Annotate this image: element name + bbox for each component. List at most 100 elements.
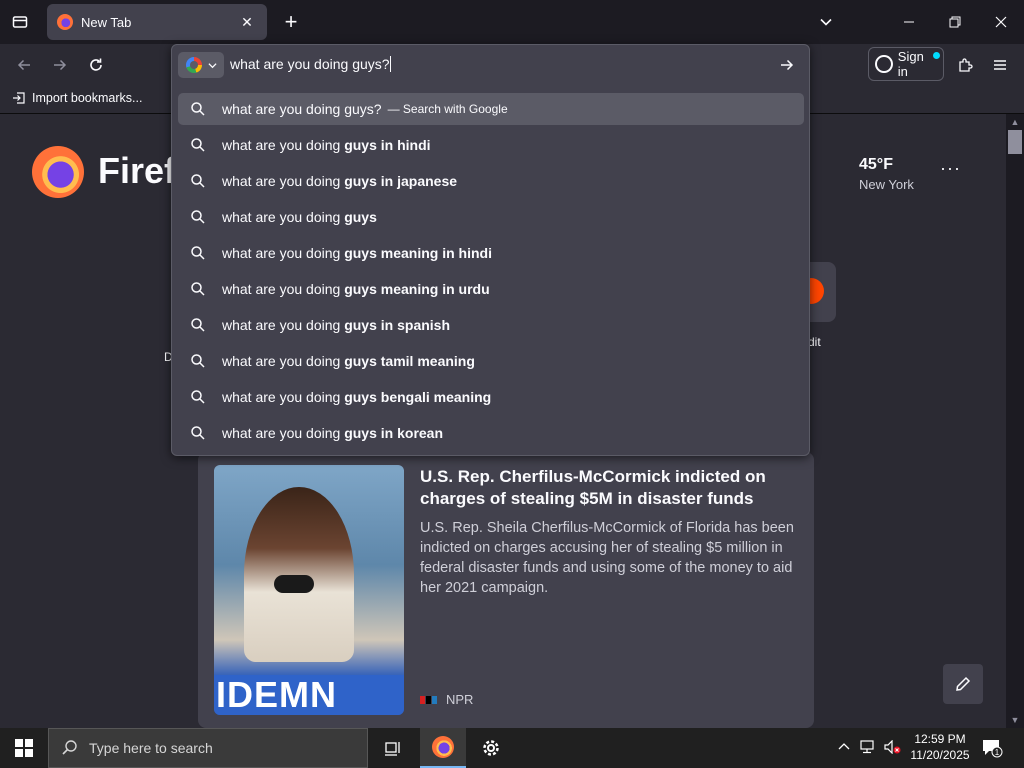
search-suggestion[interactable]: what are you doing guys tamil meaning: [178, 343, 804, 379]
news-title[interactable]: U.S. Rep. Cherfilus-McCormick indicted o…: [420, 466, 800, 510]
notification-center-button[interactable]: 1: [980, 736, 1004, 760]
windows-taskbar: Type here to search 12:59 PM 11/20/2025 …: [0, 728, 1024, 768]
search-icon: [191, 390, 205, 404]
suggestion-prefix: what are you doing: [222, 137, 345, 153]
search-suggestion[interactable]: what are you doing guys in hindi: [178, 127, 804, 163]
reload-button[interactable]: [81, 50, 111, 80]
search-icon: [191, 318, 205, 332]
suggestion-completion: guys meaning in hindi: [344, 245, 492, 261]
suggestion-prefix: what are you doing: [222, 173, 345, 189]
import-bookmarks-button[interactable]: Import bookmarks...: [12, 91, 142, 105]
list-all-tabs-button[interactable]: [812, 8, 840, 36]
page-scrollbar[interactable]: ▲ ▼: [1006, 114, 1024, 728]
search-icon: [191, 354, 205, 368]
news-source: NPR: [420, 692, 473, 707]
app-menu-button[interactable]: [985, 50, 1015, 80]
weather-more-options-icon[interactable]: ···: [940, 158, 961, 179]
taskbar-settings[interactable]: [468, 728, 514, 768]
customize-button[interactable]: [943, 664, 983, 704]
new-tab-button[interactable]: +: [277, 8, 305, 36]
taskbar-clock[interactable]: 12:59 PM 11/20/2025: [905, 731, 975, 763]
tab-close-icon[interactable]: ✕: [237, 12, 257, 32]
go-button[interactable]: [776, 54, 798, 76]
suggestion-text: what are you doing guys in hindi: [222, 137, 431, 153]
news-excerpt: U.S. Rep. Sheila Cherfilus-McCormick of …: [420, 520, 794, 596]
task-view-button[interactable]: [370, 728, 416, 768]
search-suggestion[interactable]: what are you doing guys meaning in urdu: [178, 271, 804, 307]
extensions-button[interactable]: [950, 50, 980, 80]
google-icon: [185, 57, 202, 73]
search-suggestion[interactable]: what are you doing guys bengali meaning: [178, 379, 804, 415]
tab-new-tab[interactable]: New Tab ✕: [47, 4, 267, 40]
search-suggestion[interactable]: what are you doing guys in japanese: [178, 163, 804, 199]
taskbar-search-box[interactable]: Type here to search: [48, 728, 368, 768]
suggestion-text: what are you doing guys bengali meaning: [222, 389, 491, 405]
window-controls: [886, 0, 1024, 44]
suggestion-prefix: what are you doing: [222, 209, 345, 225]
firefox-view-button[interactable]: [6, 8, 34, 36]
taskbar-firefox[interactable]: [420, 728, 466, 768]
puzzle-icon: [959, 58, 973, 72]
weather-temperature[interactable]: 45°F: [859, 156, 893, 174]
hamburger-menu-icon: [994, 60, 1006, 70]
search-icon: [191, 246, 205, 260]
suggestion-completion: guys bengali meaning: [344, 389, 492, 405]
import-bookmarks-label: Import bookmarks...: [32, 91, 143, 105]
sign-in-button[interactable]: Sign in: [868, 47, 944, 81]
search-icon: [191, 426, 205, 440]
task-view-icon: [385, 742, 400, 756]
clock-date: 11/20/2025: [910, 748, 970, 762]
minimize-icon: [904, 21, 914, 23]
close-window-button[interactable]: [978, 0, 1024, 44]
suggestion-completion: guys in hindi: [344, 137, 431, 153]
news-source-name: NPR: [446, 692, 474, 707]
address-input[interactable]: what are you doing guys?: [230, 56, 391, 72]
suggestion-text: what are you doing guys tamil meaning: [222, 353, 475, 369]
search-engine-button[interactable]: [178, 52, 224, 78]
back-button[interactable]: [9, 50, 39, 80]
clock-time: 12:59 PM: [914, 732, 966, 746]
notification-icon: 1: [983, 740, 1003, 758]
windows-logo-icon: [15, 739, 33, 757]
suggestion-prefix: what are you doing: [222, 281, 345, 297]
arrow-right-icon: [781, 59, 794, 71]
suggestion-prefix: what are you doing: [222, 245, 345, 261]
minimize-button[interactable]: [886, 0, 932, 44]
start-button[interactable]: [0, 728, 48, 768]
suggestion-completion: guys meaning in urdu: [344, 281, 490, 297]
weather-location[interactable]: New York: [859, 177, 914, 192]
forward-button[interactable]: [45, 50, 75, 80]
scrollbar-thumb[interactable]: [1008, 130, 1022, 154]
suggestion-prefix: what are you doing: [222, 425, 345, 441]
suggestion-search-with-google[interactable]: what are you doing guys? — Search with G…: [178, 93, 804, 125]
address-input-value: what are you doing guys?: [230, 56, 390, 72]
search-suggestion[interactable]: what are you doing guys: [178, 199, 804, 235]
npr-logo-icon: [420, 695, 438, 704]
scroll-up-icon[interactable]: ▲: [1009, 116, 1021, 128]
network-icon[interactable]: [860, 739, 876, 757]
suggestion-text: what are you doing guys?: [222, 101, 382, 117]
suggestion-action: — Search with Google: [387, 102, 508, 116]
firefox-wordmark: Firef: [98, 150, 177, 191]
restore-button[interactable]: [932, 0, 978, 44]
news-card[interactable]: IDEMN U.S. Rep. Cherfilus-McCormick indi…: [198, 452, 814, 728]
suggestion-completion: guys in korean: [344, 425, 444, 441]
search-suggestion[interactable]: what are you doing guys meaning in hindi: [178, 235, 804, 271]
suggestion-completion: guys tamil meaning: [344, 353, 475, 369]
pencil-icon: [956, 676, 971, 691]
search-icon: [191, 138, 205, 152]
import-icon: [13, 92, 25, 104]
chevron-up-icon[interactable]: [838, 741, 850, 756]
search-suggestion[interactable]: what are you doing guys in korean: [178, 415, 804, 451]
search-suggestion[interactable]: what are you doing guys in spanish: [178, 307, 804, 343]
suggestion-prefix: what are you doing: [222, 317, 345, 333]
suggestion-prefix: what are you doing: [222, 389, 345, 405]
forward-arrow-icon: [54, 59, 67, 71]
back-arrow-icon: [17, 59, 30, 71]
notification-count: 1: [995, 748, 1000, 757]
volume-muted-icon[interactable]: [884, 739, 902, 757]
chevron-down-icon: [207, 62, 217, 68]
sign-in-label: Sign in: [897, 49, 924, 79]
search-icon: [62, 740, 77, 755]
scroll-down-icon[interactable]: ▼: [1009, 714, 1021, 726]
